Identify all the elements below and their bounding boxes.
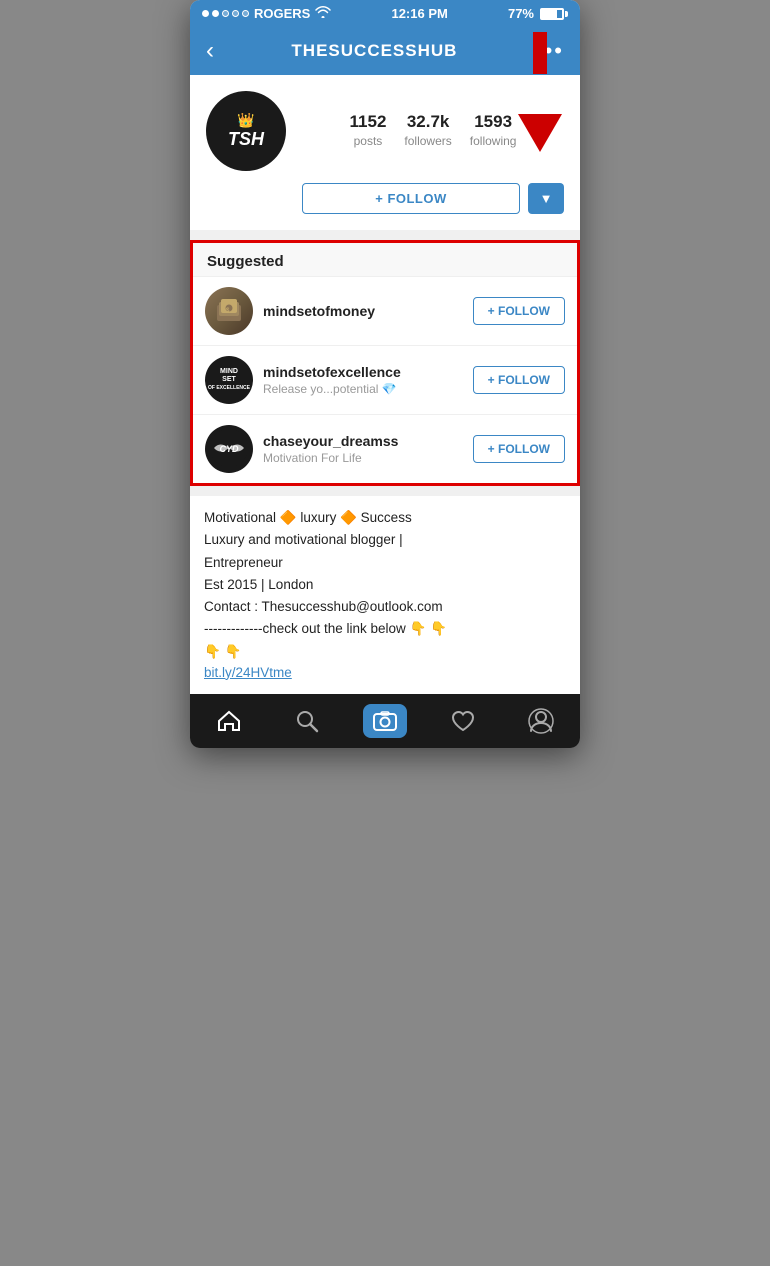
dropdown-button[interactable]: ▼	[528, 183, 564, 214]
suggested-username: mindsetofmoney	[263, 303, 473, 319]
tsh-logo: TSH	[228, 129, 264, 149]
signal-dot-1	[202, 10, 209, 17]
moe-logo: MINDSETOF EXCELLENCE	[208, 368, 250, 391]
nav-search-button[interactable]	[285, 704, 329, 738]
stat-followers-value: 32.7k	[404, 112, 451, 132]
suggested-username: mindsetofexcellence	[263, 364, 473, 380]
nav-home-button[interactable]	[207, 704, 251, 738]
nav-activity-button[interactable]	[441, 704, 485, 738]
wifi-icon	[315, 6, 331, 21]
signal-dot-5	[242, 10, 249, 17]
status-left: ROGERS	[202, 6, 331, 21]
signal-dot-2	[212, 10, 219, 17]
avatar: CYD	[205, 425, 253, 473]
arrow-overlay	[518, 72, 562, 152]
nav-profile-button[interactable]	[519, 704, 563, 738]
stat-following: 1593 following	[470, 112, 517, 150]
bottom-nav	[190, 694, 580, 748]
back-button[interactable]: ‹	[206, 37, 214, 65]
crown-icon: 👑	[228, 112, 264, 129]
signal-dot-3	[222, 10, 229, 17]
avatar: 👑 TSH	[206, 91, 286, 171]
profile-actions: + FOLLOW ▼	[302, 183, 564, 214]
list-item: $ mindsetofmoney + FOLLOW	[193, 276, 577, 345]
list-item: MINDSETOF EXCELLENCE mindsetofexcellence…	[193, 345, 577, 414]
avatar: $	[205, 287, 253, 335]
bio-section: Motivational 🔶 luxury 🔶 Success Luxury a…	[190, 496, 580, 694]
suggested-user-info: chaseyour_dreamss Motivation For Life	[263, 433, 473, 465]
nav-bar: ‹ THESUCCESSHUB •••	[190, 27, 580, 75]
suggested-user-info: mindsetofmoney	[263, 303, 473, 319]
suggested-follow-button[interactable]: + FOLLOW	[473, 366, 565, 394]
suggested-bio: Release yo...potential 💎	[263, 382, 473, 396]
stat-posts-value: 1152	[350, 112, 387, 132]
bio-line-7: 👇 👇	[204, 642, 566, 662]
stat-following-value: 1593	[470, 112, 517, 132]
status-bar: ROGERS 12:16 PM 77%	[190, 0, 580, 27]
profile-top: 👑 TSH 1152 posts 32.7k followers 1593 fo…	[206, 91, 564, 171]
nav-camera-button[interactable]	[363, 704, 407, 738]
signal-dot-4	[232, 10, 239, 17]
avatar: MINDSETOF EXCELLENCE	[205, 356, 253, 404]
cyd-logo: CYD	[210, 429, 248, 470]
follow-button[interactable]: + FOLLOW	[302, 183, 520, 214]
suggested-bio: Motivation For Life	[263, 451, 473, 465]
bio-line-4: Est 2015 | London	[204, 575, 566, 595]
bio-line-1: Motivational 🔶 luxury 🔶 Success	[204, 508, 566, 528]
time-label: 12:16 PM	[391, 6, 447, 21]
nav-title: THESUCCESSHUB	[291, 41, 457, 61]
stat-posts: 1152 posts	[350, 112, 387, 150]
bio-line-6: -------------check out the link below 👇 …	[204, 619, 566, 639]
stat-followers-label: followers	[404, 134, 451, 148]
stat-following-label: following	[470, 134, 517, 148]
suggested-username: chaseyour_dreamss	[263, 433, 473, 449]
bio-link[interactable]: bit.ly/24HVtme	[204, 665, 292, 680]
bio-line-5: Contact : Thesuccesshub@outlook.com	[204, 597, 566, 617]
stat-followers: 32.7k followers	[404, 112, 451, 150]
suggested-user-info: mindsetofexcellence Release yo...potenti…	[263, 364, 473, 396]
svg-text:CYD: CYD	[219, 444, 239, 454]
battery-percent: 77%	[508, 6, 534, 21]
carrier-label: ROGERS	[254, 6, 310, 21]
status-right: 77%	[508, 6, 568, 21]
stat-posts-label: posts	[354, 134, 383, 148]
suggested-title: Suggested	[193, 243, 577, 276]
signal-dots	[202, 10, 249, 17]
phone-container: ROGERS 12:16 PM 77% ‹ THESUCCESSHUB •••	[190, 0, 580, 748]
bio-line-3: Entrepreneur	[204, 553, 566, 573]
bio-line-2: Luxury and motivational blogger |	[204, 530, 566, 550]
suggested-follow-button[interactable]: + FOLLOW	[473, 435, 565, 463]
battery-icon	[540, 8, 568, 20]
suggested-section: Suggested $ mindsetofmoney + FOLLOW	[190, 240, 580, 486]
suggested-follow-button[interactable]: + FOLLOW	[473, 297, 565, 325]
avatar-text: 👑 TSH	[228, 112, 264, 150]
list-item: CYD chaseyour_dreamss Motivation For Lif…	[193, 414, 577, 483]
